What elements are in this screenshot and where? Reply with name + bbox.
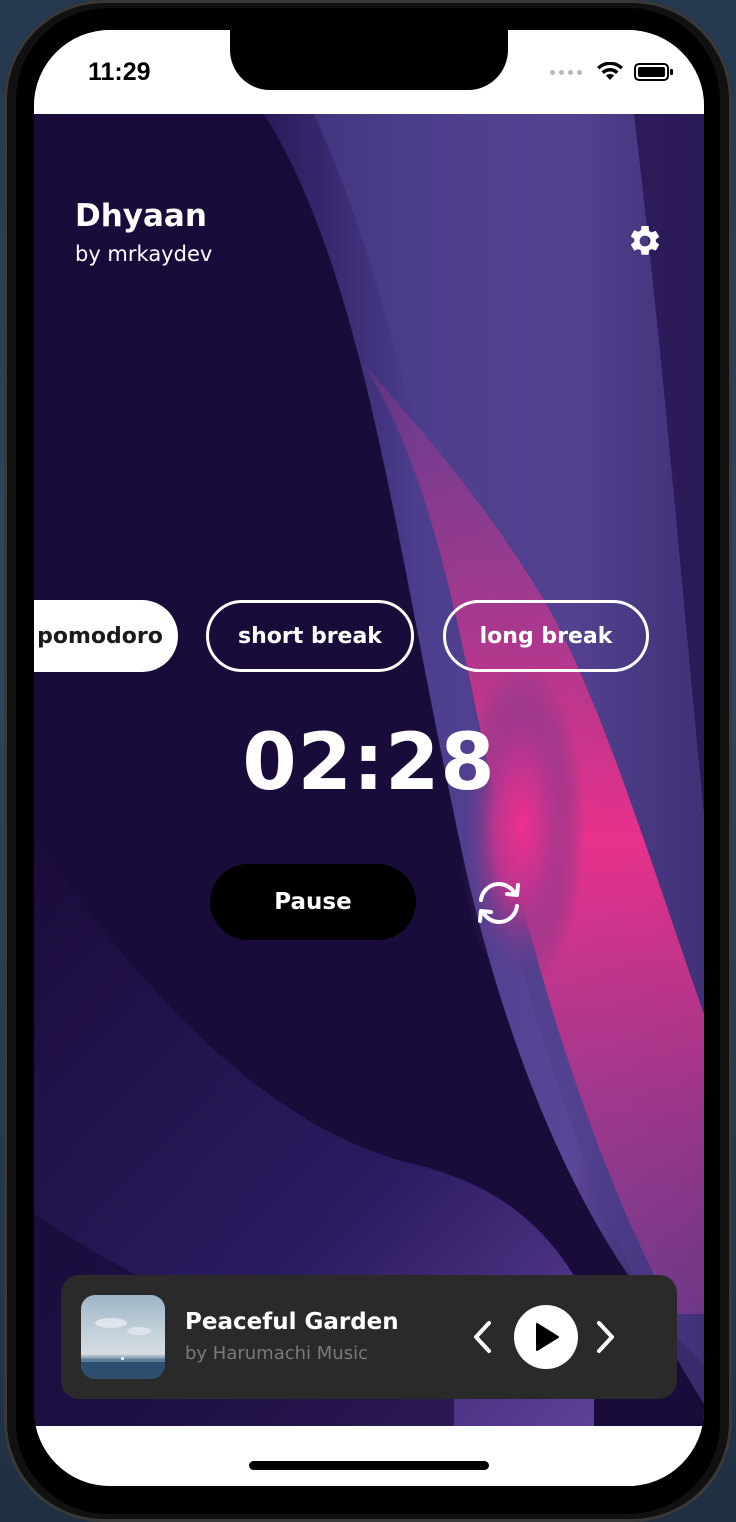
chevron-right-icon bbox=[597, 1321, 614, 1353]
mode-short-break-tab[interactable]: short break bbox=[206, 600, 414, 672]
status-time: 11:29 bbox=[88, 58, 151, 86]
pause-button[interactable]: Pause bbox=[210, 864, 416, 940]
mode-pomodoro-tab[interactable]: pomodoro bbox=[34, 600, 178, 672]
status-bar: 11:29 bbox=[34, 30, 704, 114]
track-title: Peaceful Garden bbox=[185, 1309, 399, 1335]
cellular-signal-icon bbox=[550, 69, 582, 75]
play-icon bbox=[536, 1323, 559, 1351]
battery-icon bbox=[634, 63, 673, 81]
timer-display: 02:28 bbox=[242, 718, 496, 808]
previous-track-button[interactable] bbox=[467, 1317, 497, 1357]
app-title: Dhyaan bbox=[75, 198, 207, 234]
status-icons bbox=[550, 62, 674, 82]
album-cover bbox=[81, 1295, 165, 1379]
reset-icon bbox=[478, 882, 520, 924]
play-button[interactable] bbox=[514, 1305, 578, 1369]
gear-icon bbox=[631, 225, 660, 255]
app-area: Dhyaan by mrkaydev pomodoro short break … bbox=[34, 114, 704, 1426]
app-subtitle: by mrkaydev bbox=[75, 242, 213, 266]
track-artist: by Harumachi Music bbox=[185, 1343, 368, 1364]
next-track-button[interactable] bbox=[591, 1317, 621, 1357]
mode-long-break-tab[interactable]: long break bbox=[443, 600, 649, 672]
home-indicator[interactable] bbox=[249, 1461, 489, 1470]
settings-button[interactable] bbox=[624, 220, 666, 262]
bottom-safe-area bbox=[34, 1426, 704, 1486]
notch bbox=[230, 30, 508, 90]
phone-screen: 11:29 Dhyaan by mrkaydev pomodoro short … bbox=[34, 30, 704, 1486]
wifi-icon bbox=[597, 62, 623, 80]
music-player: Peaceful Garden by Harumachi Music bbox=[61, 1275, 677, 1399]
album-cover-art bbox=[81, 1318, 165, 1379]
chevron-left-icon bbox=[474, 1321, 491, 1353]
reset-button[interactable] bbox=[470, 876, 528, 930]
